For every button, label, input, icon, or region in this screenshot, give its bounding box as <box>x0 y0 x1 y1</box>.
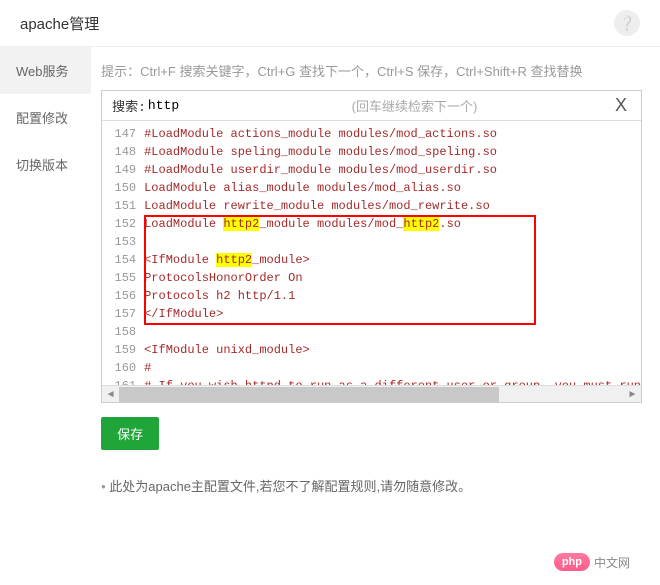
line-number: 157 <box>102 305 144 323</box>
line-number: 160 <box>102 359 144 377</box>
code-line[interactable]: 152LoadModule http2_module modules/mod_h… <box>102 215 641 233</box>
line-number: 156 <box>102 287 144 305</box>
code-line[interactable]: 156Protocols h2 http/1.1 <box>102 287 641 305</box>
horizontal-scrollbar[interactable]: ◄ ► <box>102 385 641 402</box>
footer: php 中文网 <box>0 547 660 585</box>
line-content[interactable]: Protocols h2 http/1.1 <box>144 287 295 305</box>
line-number: 153 <box>102 233 144 251</box>
line-number: 150 <box>102 179 144 197</box>
sidebar: Web服务 配置修改 切换版本 <box>0 47 91 547</box>
sidebar-item-switch-version[interactable]: 切换版本 <box>0 141 91 188</box>
tip-text: 提示：Ctrl+F 搜索关键字，Ctrl+G 查找下一个，Ctrl+S 保存，C… <box>101 61 642 80</box>
search-bar: 搜索: (回车继续检索下一个) X <box>102 91 641 121</box>
note-text: 此处为apache主配置文件,若您不了解配置规则,请勿随意修改。 <box>101 476 642 495</box>
search-hint: (回车继续检索下一个) <box>218 96 611 115</box>
line-content[interactable]: LoadModule rewrite_module modules/mod_re… <box>144 197 490 215</box>
line-number: 148 <box>102 143 144 161</box>
code-line[interactable]: 153 <box>102 233 641 251</box>
code-line[interactable]: 150LoadModule alias_module modules/mod_a… <box>102 179 641 197</box>
line-number: 149 <box>102 161 144 179</box>
search-input[interactable] <box>148 98 218 113</box>
line-content[interactable]: <IfModule unixd_module> <box>144 341 310 359</box>
line-content[interactable]: ProtocolsHonorOrder On <box>144 269 302 287</box>
code-line[interactable]: 149#LoadModule userdir_module modules/mo… <box>102 161 641 179</box>
line-number: 161 <box>102 377 144 385</box>
line-content[interactable]: # If you wish httpd to run as a differen… <box>144 377 641 385</box>
editor: 搜索: (回车继续检索下一个) X 147#LoadModule actions… <box>101 90 642 403</box>
line-content[interactable]: LoadModule alias_module modules/mod_alia… <box>144 179 461 197</box>
code-line[interactable]: 155ProtocolsHonorOrder On <box>102 269 641 287</box>
code-line[interactable]: 157</IfModule> <box>102 305 641 323</box>
line-content[interactable]: #LoadModule speling_module modules/mod_s… <box>144 143 497 161</box>
code-line[interactable]: 148#LoadModule speling_module modules/mo… <box>102 143 641 161</box>
line-content[interactable]: <IfModule http2_module> <box>144 251 310 269</box>
code-line[interactable]: 159<IfModule unixd_module> <box>102 341 641 359</box>
line-number: 155 <box>102 269 144 287</box>
code-line[interactable]: 147#LoadModule actions_module modules/mo… <box>102 125 641 143</box>
line-number: 147 <box>102 125 144 143</box>
save-button[interactable]: 保存 <box>101 417 159 450</box>
line-content[interactable]: </IfModule> <box>144 305 223 323</box>
main-panel: 提示：Ctrl+F 搜索关键字，Ctrl+G 查找下一个，Ctrl+S 保存，C… <box>91 47 660 547</box>
line-content[interactable]: # <box>144 359 151 377</box>
line-number: 159 <box>102 341 144 359</box>
line-number: 151 <box>102 197 144 215</box>
sidebar-item-web-service[interactable]: Web服务 <box>0 47 91 94</box>
php-logo-icon: php <box>554 553 590 571</box>
line-content[interactable]: #LoadModule userdir_module modules/mod_u… <box>144 161 497 179</box>
close-icon[interactable]: X <box>611 95 631 116</box>
brand-text: 中文网 <box>594 554 630 571</box>
line-content[interactable]: #LoadModule actions_module modules/mod_a… <box>144 125 497 143</box>
line-number: 158 <box>102 323 144 341</box>
help-icon[interactable]: ❔ <box>614 10 640 36</box>
line-content[interactable]: LoadModule http2_module modules/mod_http… <box>144 215 461 233</box>
code-line[interactable]: 160# <box>102 359 641 377</box>
line-number: 154 <box>102 251 144 269</box>
scroll-left-icon[interactable]: ◄ <box>102 386 119 403</box>
scroll-right-icon[interactable]: ► <box>624 386 641 403</box>
search-label: 搜索: <box>112 96 146 115</box>
sidebar-item-config-edit[interactable]: 配置修改 <box>0 94 91 141</box>
brand-badge: php 中文网 <box>554 553 630 571</box>
line-number: 152 <box>102 215 144 233</box>
scrollbar-thumb[interactable] <box>119 387 499 402</box>
code-area[interactable]: 147#LoadModule actions_module modules/mo… <box>102 121 641 385</box>
code-line[interactable]: 151LoadModule rewrite_module modules/mod… <box>102 197 641 215</box>
code-line[interactable]: 161# If you wish httpd to run as a diffe… <box>102 377 641 385</box>
page-title: apache管理 <box>20 13 99 34</box>
code-line[interactable]: 158 <box>102 323 641 341</box>
code-line[interactable]: 154<IfModule http2_module> <box>102 251 641 269</box>
